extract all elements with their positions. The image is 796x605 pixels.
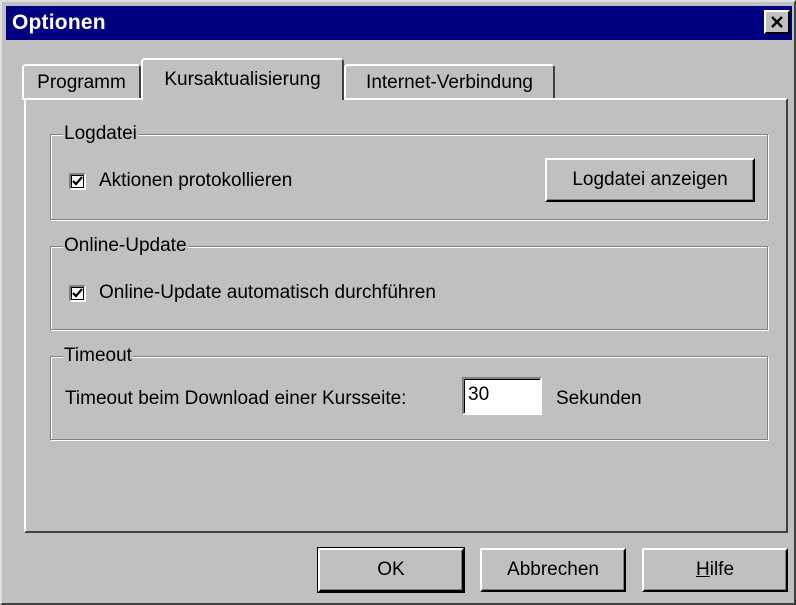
tab-internet-verbindung[interactable]: Internet-Verbindung	[344, 64, 555, 100]
tab-kursaktualisierung-label: Kursaktualisierung	[164, 69, 321, 90]
close-icon	[771, 16, 783, 28]
cancel-button[interactable]: Abbrechen	[480, 548, 626, 592]
timeout-group: Timeout Timeout beim Download einer Kurs…	[50, 344, 768, 440]
timeout-unit-label: Sekunden	[556, 388, 642, 409]
timeout-input[interactable]: 30	[462, 377, 542, 415]
cancel-button-label: Abbrechen	[507, 559, 599, 580]
checkmark-icon	[72, 288, 83, 298]
tab-programm[interactable]: Programm	[22, 64, 141, 100]
tab-internet-verbindung-label: Internet-Verbindung	[366, 72, 533, 93]
tab-programm-label: Programm	[37, 72, 126, 93]
window-title: Optionen	[12, 11, 106, 34]
timeout-field-label: Timeout beim Download einer Kursseite:	[65, 388, 407, 409]
title-bar[interactable]: Optionen	[6, 6, 792, 40]
help-mnemonic: H	[695, 559, 710, 580]
online-update-label[interactable]: Online-Update automatisch durchführen	[99, 281, 436, 305]
help-label-rest: ilfe	[709, 559, 735, 580]
logdatei-group-title: Logdatei	[63, 122, 138, 146]
timeout-group-title: Timeout	[63, 344, 133, 368]
help-button-label: Hilfe	[696, 559, 734, 581]
close-button[interactable]	[764, 10, 790, 34]
online-update-group: Online-Update Online-Update automatisch …	[50, 234, 768, 330]
aktionen-protokollieren-label[interactable]: Aktionen protokollieren	[99, 169, 292, 193]
checkmark-icon	[72, 176, 83, 186]
help-button[interactable]: Hilfe	[642, 548, 788, 592]
ok-button[interactable]: OK	[317, 547, 465, 593]
online-update-checkbox[interactable]	[69, 285, 86, 302]
aktionen-protokollieren-checkbox[interactable]	[69, 173, 86, 190]
online-update-group-title: Online-Update	[63, 234, 188, 258]
logdatei-anzeigen-button[interactable]: Logdatei anzeigen	[545, 158, 755, 202]
logdatei-group: Logdatei Aktionen protokollieren Logdate…	[50, 122, 768, 220]
logdatei-anzeigen-label: Logdatei anzeigen	[572, 169, 728, 190]
options-dialog: Optionen Programm Kursaktualisierung Int…	[0, 0, 796, 605]
tab-kursaktualisierung[interactable]: Kursaktualisierung	[141, 58, 344, 100]
ok-button-label: OK	[377, 559, 405, 580]
tab-panel: Logdatei Aktionen protokollieren Logdate…	[24, 98, 788, 533]
